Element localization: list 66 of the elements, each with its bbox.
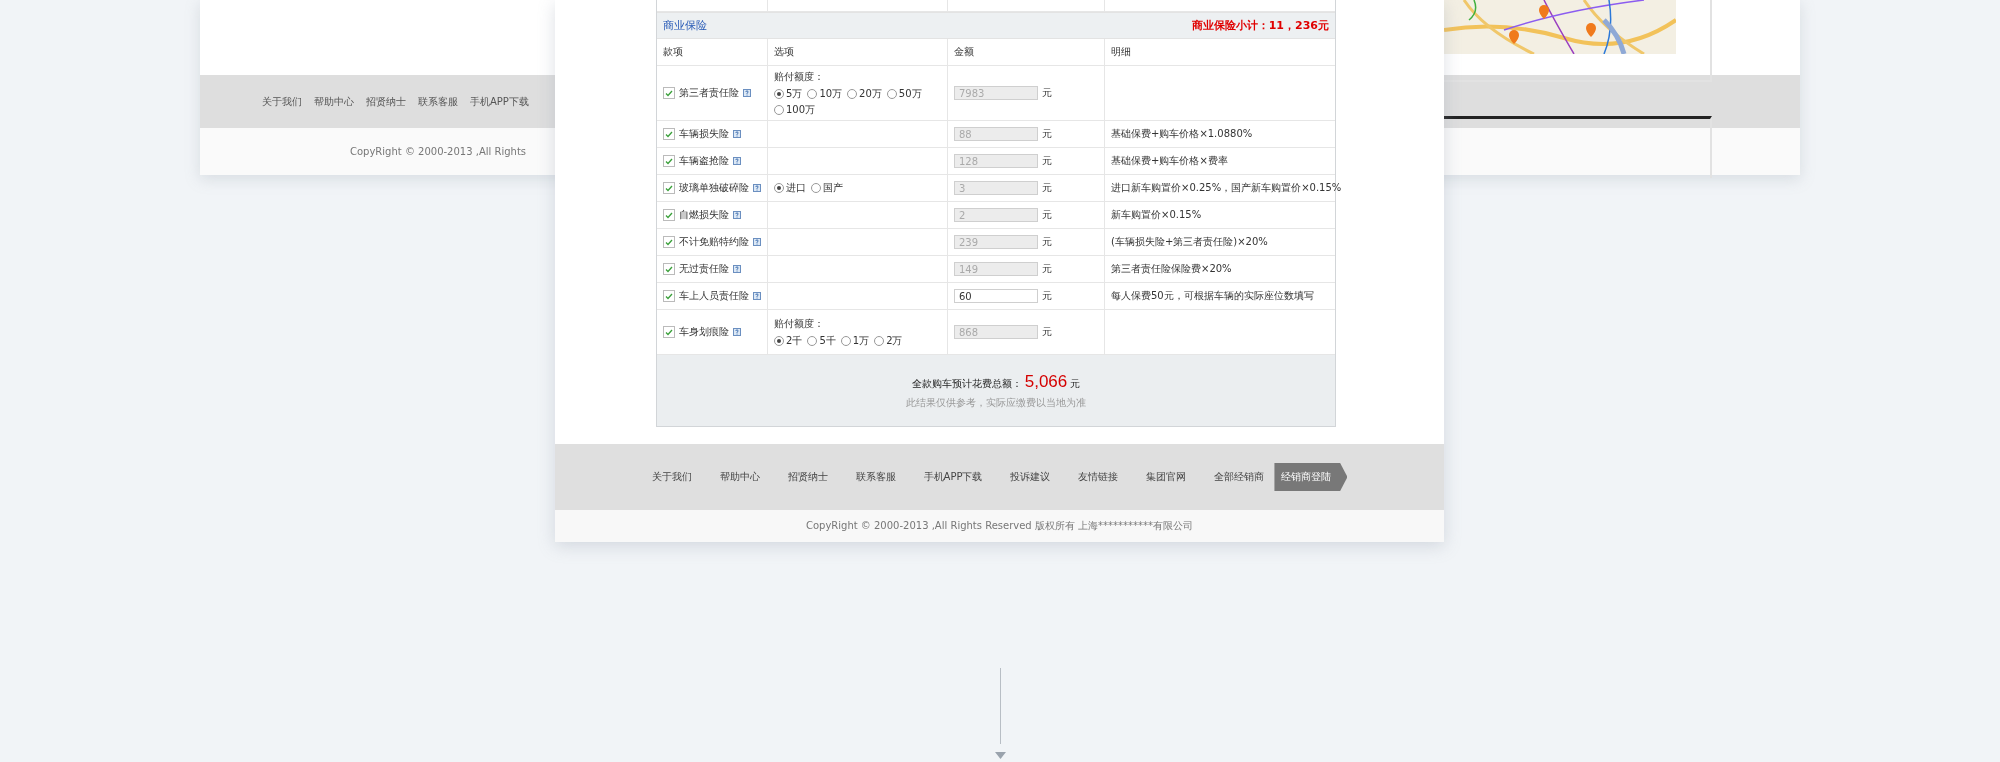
help-icon[interactable] [733,157,741,165]
total-amount: 5,066 [1024,371,1068,392]
footer-link[interactable]: 投诉建议 [1010,470,1051,484]
option-label: 赔付额度： [774,69,825,84]
help-icon[interactable] [753,184,761,192]
footer-link[interactable]: 联系客服 [418,94,458,109]
subtotal-text: 商业保险小计：11，236元 [1191,18,1329,33]
unit-text: 元 [1042,127,1052,141]
column-header: 款项 [663,45,683,59]
section-title: 商业保险 [663,18,707,33]
footer-link[interactable]: 联系客服 [855,470,896,484]
copyright-text: CopyRight © 2000-2013 ,All Rights Reserved 版权所有 上海***********有限公司 [805,519,1194,533]
column-header: 选项 [774,45,794,59]
column-header: 明细 [1111,45,1131,59]
unit-text: 元 [1042,154,1052,168]
detail-text: 基础保费+购车价格×1.0880% [1111,127,1253,141]
unit-text: 元 [1042,289,1052,303]
unit-text: 元 [1042,86,1052,100]
unit-text: 元 [1070,376,1081,391]
detail-text: 进口新车购置价×0.25%，国产新车购置价×0.15% [1111,181,1342,195]
footer-link[interactable]: 友情链接 [1078,470,1119,484]
footer-link[interactable]: 手机APP下载 [923,470,983,484]
unit-text: 元 [1042,208,1052,222]
unit-text: 元 [1042,235,1052,249]
item-name: 不计免赔特约险 [679,235,749,249]
detail-text: (车辆损失险+第三者责任险)×20% [1111,235,1268,249]
item-name: 车身划痕险 [679,325,729,339]
detail-text: 每人保费50元，可根据车辆的实际座位数填写 [1111,289,1314,303]
detail-text: 基础保费+购车价格×费率 [1111,154,1228,168]
checkbox[interactable] [663,290,675,302]
disclaimer-text: 此结果仅供参考，实际应缴费以当地为准 [906,395,1086,410]
footer-link[interactable]: 招贤纳士 [366,94,406,109]
detail-text: 新车购置价×0.15% [1111,208,1202,222]
unit-text: 元 [1042,325,1052,339]
dealer-login-button[interactable]: 经销商登陆 [1274,463,1348,491]
help-icon[interactable] [743,89,751,97]
footer-link[interactable]: 手机APP下载 [470,94,529,109]
column-header: 金额 [954,45,974,59]
footer-link[interactable]: 帮助中心 [719,470,760,484]
help-icon[interactable] [733,328,741,336]
item-name: 车辆盗抢险 [679,154,729,168]
item-name: 玻璃单独破碎险 [679,181,749,195]
item-name: 车上人员责任险 [679,289,749,303]
help-icon[interactable] [733,211,741,219]
detail-text: 第三者责任险保险费×20% [1111,262,1232,276]
copyright-text: CopyRight © 2000-2013 ,All Rights [350,146,527,157]
footer-link[interactable]: 帮助中心 [314,94,354,109]
unit-text: 元 [1042,262,1052,276]
item-name: 无过责任险 [679,262,729,276]
amount-field[interactable]: 60 [954,289,1038,303]
unit-text: 元 [1042,181,1052,195]
item-name: 车辆损失险 [679,127,729,141]
footer-link[interactable]: 关于我们 [262,94,302,109]
help-icon[interactable] [753,292,761,300]
option-label: 赔付额度： [774,316,825,331]
footer-link[interactable]: 关于我们 [651,470,692,484]
down-arrow-icon [995,752,1006,759]
item-name: 自燃损失险 [679,208,729,222]
footer-link[interactable]: 全部经销商 [1214,470,1265,484]
item-name: 第三者责任险 [679,86,739,100]
help-icon[interactable] [733,265,741,273]
help-icon[interactable] [753,238,761,246]
total-label: 全款购车预计花费总额： [911,376,1022,391]
footer-link[interactable]: 集团官网 [1146,470,1187,484]
help-icon[interactable] [733,130,741,138]
footer-link[interactable]: 招贤纳士 [787,470,828,484]
